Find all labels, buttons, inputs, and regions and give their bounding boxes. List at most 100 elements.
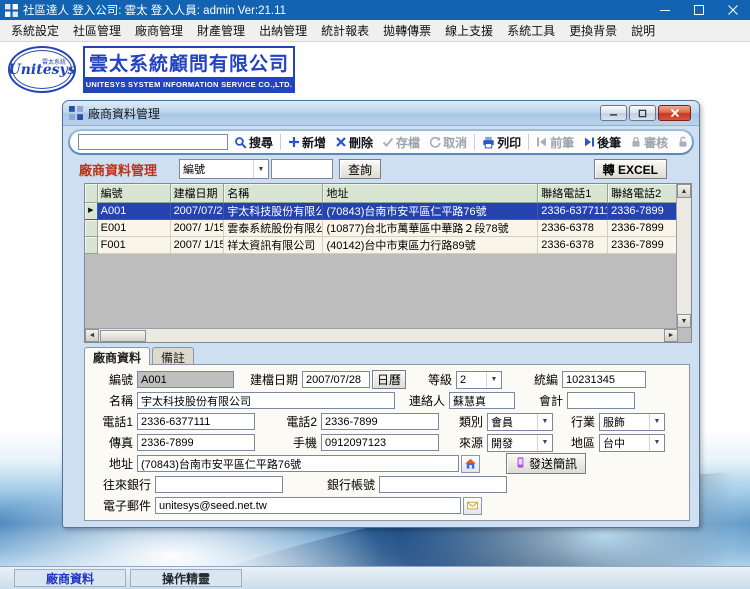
cell-name[interactable]: 雲泰系統股份有限公司	[223, 219, 324, 237]
menu-item-change-background[interactable]: 更換背景	[562, 20, 624, 41]
horizontal-scrollbar[interactable]: ◄ ►	[85, 328, 678, 342]
table-row[interactable]: F001 2007/ 1/15 祥太資訊有限公司 (40142)台中市東區力行路…	[85, 236, 677, 254]
scroll-down-icon[interactable]: ▼	[677, 314, 691, 328]
maximize-icon[interactable]	[682, 0, 716, 20]
cell-code[interactable]: F001	[97, 236, 171, 254]
menu-item-system-settings[interactable]: 系統設定	[4, 20, 66, 41]
col-date[interactable]: 建檔日期	[170, 184, 225, 203]
calendar-button[interactable]: 日曆	[372, 370, 407, 389]
minimize-icon[interactable]	[648, 0, 682, 20]
tel1-field[interactable]	[137, 413, 255, 430]
next-icon	[583, 136, 595, 148]
menu-item-vouchers[interactable]: 拋轉傳票	[376, 20, 438, 41]
email-field[interactable]	[155, 497, 461, 514]
mdi-client-area: Unitesys 雲太系統 雲太系統顧問有限公司 UNITESYS SYSTEM…	[0, 42, 750, 566]
cell-name[interactable]: 宇太科技股份有限公司	[223, 202, 324, 220]
menu-item-property[interactable]: 財產管理	[190, 20, 252, 41]
taxid-field[interactable]	[562, 371, 647, 388]
form-row: 地址 發送簡訊	[85, 453, 689, 474]
next-record-button[interactable]: 後筆	[580, 133, 624, 152]
undo-icon	[429, 136, 441, 148]
industry-value: 服飾	[603, 416, 625, 429]
cell-address[interactable]: (70843)台南市安平區仁平路76號	[322, 202, 539, 220]
scroll-right-icon[interactable]: ►	[664, 329, 678, 342]
close-icon[interactable]	[716, 0, 750, 20]
cell-tel1[interactable]: 2336-6378	[537, 236, 609, 254]
unlock-button: 解鎖	[674, 133, 692, 152]
cell-date[interactable]: 2007/07/28	[170, 202, 225, 220]
cell-code[interactable]: E001	[97, 219, 171, 237]
col-tel2[interactable]: 聯絡電話2	[607, 184, 677, 203]
cell-tel2[interactable]: 2336-7899	[607, 202, 677, 220]
name-field[interactable]	[137, 392, 395, 409]
menu-item-vendor[interactable]: 廠商管理	[128, 20, 190, 41]
col-name[interactable]: 名稱	[223, 184, 324, 203]
statusbar-vendor-data[interactable]: 廠商資料	[14, 569, 126, 587]
form-row: 編號 建檔日期 日曆 等級 2 ▼ 統編	[85, 369, 689, 390]
accountant-field[interactable]	[567, 392, 635, 409]
menu-item-system-tools[interactable]: 系統工具	[500, 20, 562, 41]
cell-tel1[interactable]: 2336-6377111	[537, 202, 609, 220]
menu-item-help[interactable]: 說明	[624, 20, 662, 41]
mobile-field[interactable]	[321, 434, 439, 451]
add-button[interactable]: 新增	[285, 133, 329, 152]
region-select[interactable]: 台中 ▼	[599, 433, 665, 452]
scroll-left-icon[interactable]: ◄	[85, 329, 99, 342]
region-label: 地區	[570, 436, 595, 450]
cell-code[interactable]: A001	[97, 202, 171, 220]
company-logo: Unitesys 雲太系統 雲太系統顧問有限公司 UNITESYS SYSTEM…	[8, 46, 295, 93]
tab-vendor-data[interactable]: 廠商資料	[84, 347, 151, 365]
bank-field[interactable]	[155, 476, 283, 493]
search-input[interactable]	[78, 134, 228, 150]
col-code[interactable]: 編號	[97, 184, 171, 203]
vendor-grid: 編號 建檔日期 名稱 地址 聯絡電話1 聯絡電話2 ▶ A001 2007/07…	[84, 183, 692, 343]
fax-field[interactable]	[137, 434, 255, 451]
cell-tel1[interactable]: 2336-6378	[537, 219, 609, 237]
scrollbar-thumb[interactable]	[100, 329, 146, 342]
send-email-button[interactable]	[463, 496, 482, 515]
contact-field[interactable]	[449, 392, 515, 409]
query-value-input[interactable]	[271, 159, 334, 179]
query-button[interactable]: 查詢	[339, 159, 382, 179]
table-row[interactable]: ▶ A001 2007/07/28 宇太科技股份有限公司 (70843)台南市安…	[85, 202, 677, 220]
source-select[interactable]: 開發 ▼	[487, 433, 553, 452]
menu-item-reports[interactable]: 統計報表	[314, 20, 376, 41]
child-restore-icon[interactable]	[629, 105, 656, 121]
level-label: 等級	[428, 373, 453, 387]
level-select[interactable]: 2 ▼	[456, 370, 503, 389]
send-sms-button[interactable]: 發送簡訊	[506, 453, 587, 474]
scroll-up-icon[interactable]: ▲	[677, 184, 691, 198]
search-button[interactable]: 搜尋	[231, 133, 276, 152]
address-field[interactable]	[137, 455, 459, 472]
cell-tel2[interactable]: 2336-7899	[607, 236, 677, 254]
statusbar-wizard[interactable]: 操作精靈	[130, 569, 242, 587]
map-house-button[interactable]	[461, 454, 480, 473]
table-row[interactable]: E001 2007/ 1/15 雲泰系統股份有限公司 (10877)台北市萬華區…	[85, 219, 677, 237]
cell-address[interactable]: (40142)台中市東區力行路89號	[322, 236, 539, 254]
child-close-icon[interactable]	[658, 105, 691, 121]
col-tel1[interactable]: 聯絡電話1	[537, 184, 609, 203]
export-excel-button[interactable]: 轉 EXCEL	[593, 159, 667, 179]
industry-select[interactable]: 服飾 ▼	[599, 412, 665, 431]
cell-address[interactable]: (10877)台北市萬華區中華路２段78號	[322, 219, 539, 237]
cell-date[interactable]: 2007/ 1/15	[170, 219, 225, 237]
tel2-field[interactable]	[321, 413, 439, 430]
category-select[interactable]: 會員 ▼	[487, 412, 553, 431]
menu-item-community[interactable]: 社區管理	[66, 20, 128, 41]
query-field-select[interactable]: 編號 ▼	[179, 159, 270, 179]
cell-date[interactable]: 2007/ 1/15	[170, 236, 225, 254]
col-address[interactable]: 地址	[322, 184, 539, 203]
vendor-window-titlebar[interactable]: 廠商資料管理	[63, 101, 699, 126]
source-value: 開發	[491, 437, 513, 450]
cell-name[interactable]: 祥太資訊有限公司	[223, 236, 324, 254]
date-field[interactable]	[302, 371, 370, 388]
print-button[interactable]: 列印	[479, 133, 524, 152]
cell-tel2[interactable]: 2336-7899	[607, 219, 677, 237]
tab-notes[interactable]: 備註	[152, 347, 195, 365]
child-minimize-icon[interactable]	[600, 105, 627, 121]
menu-item-online-support[interactable]: 線上支援	[438, 20, 500, 41]
bank-account-field[interactable]	[379, 476, 507, 493]
delete-button[interactable]: 刪除	[332, 133, 376, 152]
menu-item-cashier[interactable]: 出納管理	[252, 20, 314, 41]
vertical-scrollbar[interactable]: ▲ ▼	[676, 184, 691, 328]
